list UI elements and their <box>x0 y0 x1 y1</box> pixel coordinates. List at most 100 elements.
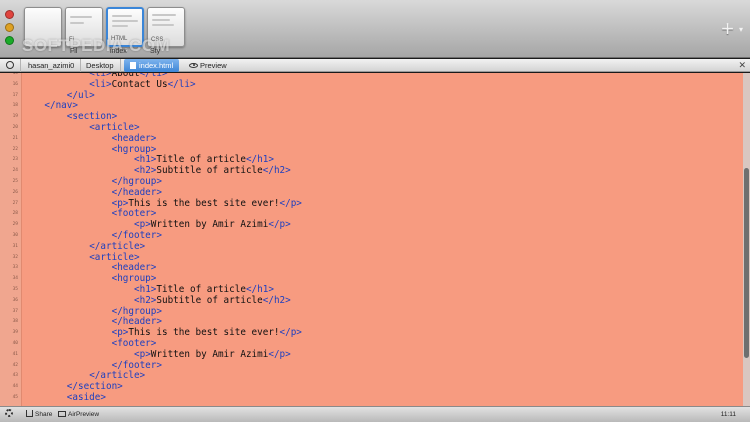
html-tag: <h2> <box>134 165 157 177</box>
line-number: 32 <box>12 254 18 260</box>
watermark: SOFTPEDIA.COM <box>22 36 171 55</box>
html-tag: </h1> <box>245 154 274 166</box>
line-number: 42 <box>12 362 18 368</box>
navigation-button[interactable] <box>0 59 21 72</box>
html-tag: </footer> <box>111 230 162 241</box>
html-tag: </hgroup> <box>111 176 162 187</box>
html-tag: <p> <box>134 219 151 231</box>
code-line[interactable]: 17 </ul> <box>0 89 740 102</box>
add-icon[interactable]: + <box>721 18 734 40</box>
code-line[interactable]: 22 <hgroup> <box>0 143 740 156</box>
document-icon <box>130 62 136 69</box>
line-number: 35 <box>12 287 18 292</box>
share-button[interactable]: Share <box>26 407 52 422</box>
cursor-position: 11:11 <box>720 411 736 418</box>
line-number: 45 <box>12 395 18 400</box>
code-line[interactable]: 34 <hgroup> <box>0 273 740 285</box>
html-tag: <hgroup> <box>111 143 157 155</box>
html-tag: </h1> <box>245 284 274 295</box>
text-content: Title of article <box>156 154 246 166</box>
code-line[interactable]: 44 </section> <box>0 381 740 393</box>
line-number: 44 <box>12 384 18 390</box>
html-tag: <p> <box>134 348 151 360</box>
line-number: 18 <box>12 103 18 109</box>
html-tag: </nav> <box>44 100 78 112</box>
line-number: 41 <box>12 351 18 357</box>
minimize-window-button[interactable] <box>5 23 14 32</box>
html-tag: </h2> <box>262 294 291 306</box>
code-editor[interactable]: 15 <li>About</li> 16 <li>Contact Us</li> 17 <… <box>0 73 750 406</box>
html-tag: </li> <box>167 78 196 90</box>
html-tag: <p> <box>111 197 129 209</box>
line-number: 40 <box>12 341 18 346</box>
html-tag: </p> <box>268 219 291 231</box>
thumbnail-caption: index <box>110 48 127 55</box>
code-text: <li>Contact Us</li> <box>89 78 196 91</box>
airpreview-button[interactable]: AirPreview <box>58 407 99 422</box>
code-line[interactable]: 45 <aside> <box>0 392 740 404</box>
breadcrumb-folder[interactable]: Desktop <box>80 59 121 72</box>
code-text: <aside> <box>67 392 106 404</box>
html-tag: </h2> <box>262 165 291 177</box>
html-tag: <footer> <box>111 208 157 220</box>
html-tag: </p> <box>279 327 302 339</box>
line-number: 30 <box>12 233 18 238</box>
tab-label: index.html <box>139 61 174 70</box>
breadcrumb-home[interactable]: hasan_azimi0 <box>22 59 82 72</box>
navigate-icon <box>6 61 14 69</box>
line-number: 33 <box>12 265 18 271</box>
html-tag: <article> <box>89 251 140 263</box>
text-content: This is the best site ever! <box>128 327 280 339</box>
line-number: 43 <box>12 373 18 379</box>
text-content: Subtitle of article <box>156 294 263 306</box>
text-content: Title of article <box>156 284 246 295</box>
html-tag: </ul> <box>66 89 95 101</box>
html-tag: </p> <box>268 348 291 360</box>
status-bar: Share AirPreview 11:11 <box>0 406 750 422</box>
code-line[interactable]: 28 <footer> <box>0 208 740 220</box>
close-icon[interactable]: ✕ <box>738 59 746 72</box>
eye-icon <box>189 63 198 68</box>
window-controls <box>5 10 17 49</box>
vertical-scrollbar[interactable] <box>743 73 750 406</box>
scrollbar-thumb[interactable] <box>744 168 749 358</box>
preview-button[interactable]: Preview <box>183 59 233 72</box>
tab-index-html[interactable]: index.html <box>124 59 180 72</box>
html-tag: </footer> <box>111 359 162 371</box>
html-tag: <hgroup> <box>111 273 157 285</box>
code-line[interactable]: 16 <li>Contact Us</li> <box>0 78 740 91</box>
line-number: 36 <box>12 297 18 303</box>
html-tag: </article> <box>89 370 146 382</box>
zoom-window-button[interactable] <box>5 36 14 45</box>
code-line[interactable]: 40 <footer> <box>0 338 740 350</box>
html-tag: <header> <box>111 132 157 144</box>
text-content: Written by Amir Azimi <box>150 348 269 360</box>
html-tag: </hgroup> <box>111 305 162 317</box>
line-number: 15 <box>12 73 18 76</box>
line-number: 27 <box>12 200 18 206</box>
text-content: Contact Us <box>111 78 168 90</box>
line-number: 31 <box>12 243 18 249</box>
line-number: 29 <box>12 222 18 228</box>
chevron-down-icon[interactable]: ▾ <box>739 25 743 34</box>
line-number: 37 <box>12 308 18 314</box>
code-line[interactable]: 35 <h1>Title of article</h1> <box>0 284 740 296</box>
html-tag: <section> <box>66 111 118 123</box>
text-content: Written by Amir Azimi <box>150 219 269 231</box>
window-toolbar: Fi HTML CSS SOFTPEDIA.COM Fil index Sty … <box>0 0 750 58</box>
html-tag: <header> <box>111 262 157 274</box>
code-line[interactable]: 23 <h1>Title of article</h1> <box>0 154 740 166</box>
close-window-button[interactable] <box>5 10 14 19</box>
line-number: 23 <box>12 157 18 163</box>
html-tag: </header> <box>111 186 162 198</box>
line-number: 26 <box>12 189 18 195</box>
share-label: Share <box>35 411 53 418</box>
html-tag: <h1> <box>134 154 157 166</box>
settings-button[interactable] <box>5 407 13 422</box>
line-number: 20 <box>12 125 18 130</box>
html-tag: </p> <box>279 197 302 209</box>
airpreview-label: AirPreview <box>68 411 100 418</box>
line-number: 24 <box>12 168 18 174</box>
thumbnail-caption: Fil <box>70 48 78 55</box>
line-number: 19 <box>12 114 18 120</box>
